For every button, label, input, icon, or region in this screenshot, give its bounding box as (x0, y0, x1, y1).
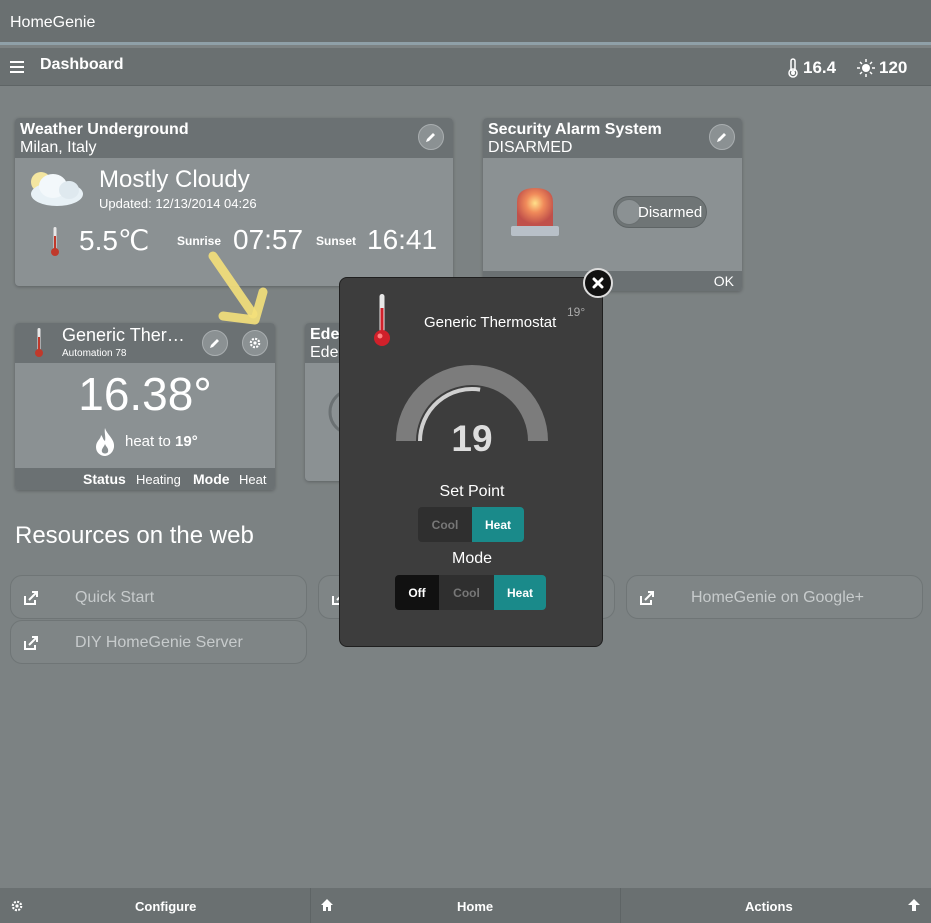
footer-bar: Configure Home Actions (0, 888, 931, 923)
weather-temperature: 5.5℃ (79, 225, 150, 256)
thermostat-temperature: 16.38° (78, 368, 212, 420)
thermostat-widget: Generic Ther… Automation 78 16.38° heat … (15, 323, 275, 490)
resource-label: DIY HomeGenie Server (75, 634, 243, 651)
home-label: Home (457, 899, 494, 914)
setpoint-toggle: Cool Heat (418, 507, 524, 542)
alarm-toggle-label: Disarmed (638, 204, 703, 221)
thermostat-name: Generic Ther… (62, 325, 185, 345)
luminance-value: 120 (879, 58, 908, 77)
eden-title: Ede (310, 326, 340, 343)
header-bar: Dashboard 16.4 120 (0, 48, 931, 86)
weather-title: Weather Underground (20, 121, 189, 138)
share-icon (24, 591, 38, 605)
title-bar: HomeGenie (0, 0, 931, 45)
weather-updated: Updated: 12/13/2014 04:26 (99, 196, 257, 211)
thermostat-edit-button[interactable] (202, 330, 228, 356)
resource-link-diy-server[interactable]: DIY HomeGenie Server (10, 620, 307, 664)
menu-icon[interactable] (10, 61, 24, 73)
eden-subtitle: Ede (310, 344, 339, 361)
thermometer-icon (51, 227, 59, 256)
mode-value: Heat (239, 472, 267, 487)
mode-cool-button[interactable]: Cool (439, 575, 494, 610)
alarm-edit-button[interactable] (709, 124, 735, 150)
home-button[interactable]: Home (311, 888, 620, 923)
heat-to-label: heat to 19° (125, 433, 198, 450)
share-icon (24, 636, 38, 650)
popup-current-value: 19° (567, 305, 586, 319)
close-icon (592, 277, 604, 289)
mode-selector: Off Cool Heat (395, 575, 546, 610)
luminance-indicator: 120 (857, 58, 907, 78)
gear-icon (11, 900, 23, 912)
heat-to-value: 19° (175, 433, 198, 450)
alarm-widget-header: Security Alarm System DISARMED (483, 118, 742, 158)
share-icon (640, 591, 654, 605)
setpoint-heat-button[interactable]: Heat (472, 507, 524, 542)
alarm-status: DISARMED (488, 139, 573, 156)
alarm-ok-label: OK (713, 273, 734, 289)
mode-label: Mode (193, 471, 230, 487)
thermostat-popup: Generic Thermostat 19° 19 Set Point Cool… (339, 268, 613, 647)
home-icon (321, 899, 333, 911)
mode-heat-button[interactable]: Heat (494, 575, 546, 610)
sun-icon (857, 59, 875, 77)
weather-location: Milan, Italy (20, 139, 97, 156)
resource-link-quick-start[interactable]: Quick Start (10, 575, 307, 619)
sunset-time: 16:41 (367, 224, 438, 255)
temperature-indicator: 16.4 (787, 58, 836, 78)
resources-title: Resources on the web (15, 522, 254, 549)
popup-close-button[interactable] (583, 268, 613, 298)
flame-icon (96, 428, 115, 456)
sunset-label: Sunset (316, 234, 357, 248)
resource-label: Quick Start (75, 589, 155, 606)
weather-widget-header: Weather Underground Milan, Italy (15, 118, 453, 158)
status-label: Status (83, 471, 126, 487)
actions-button[interactable]: Actions (621, 888, 931, 923)
weather-condition: Mostly Cloudy (99, 166, 250, 193)
cloud-icon (31, 172, 83, 206)
temperature-value: 16.4 (803, 58, 837, 77)
setpoint-value: 19 (451, 418, 493, 459)
thermometer-icon (374, 294, 390, 346)
setpoint-label: Set Point (439, 483, 505, 500)
thermostat-subtitle: Automation 78 (62, 348, 127, 359)
mode-off-button[interactable]: Off (395, 575, 439, 610)
configure-label: Configure (135, 899, 197, 914)
sunrise-label: Sunrise (177, 234, 222, 248)
mode-label: Mode (451, 550, 493, 567)
popup-title: Generic Thermostat (424, 314, 557, 331)
resource-label: HomeGenie on Google+ (691, 589, 864, 606)
setpoint-cool-button[interactable]: Cool (418, 507, 472, 542)
gear-icon (249, 337, 261, 349)
thermostat-footer: Status Heating Mode Heat (15, 468, 275, 490)
weather-edit-button[interactable] (418, 124, 444, 150)
alarm-title: Security Alarm System (488, 121, 662, 138)
arrow-up-icon (908, 899, 920, 911)
page-title: Dashboard (40, 56, 124, 73)
security-alarm-widget: Security Alarm System DISARMED Disarmed … (483, 118, 742, 291)
configure-button[interactable]: Configure (0, 888, 310, 923)
actions-label: Actions (745, 899, 793, 914)
thermometer-icon (35, 328, 43, 357)
edit-icon (717, 133, 726, 142)
resource-link-google-plus[interactable]: HomeGenie on Google+ (626, 575, 923, 619)
app-title: HomeGenie (10, 14, 96, 31)
edit-icon (210, 339, 219, 348)
arrow-annotation (208, 251, 268, 325)
thermostat-settings-button[interactable] (242, 330, 268, 356)
status-value: Heating (136, 472, 181, 487)
alarm-light-icon (511, 188, 559, 236)
edit-icon (426, 133, 435, 142)
thermometer-icon (788, 58, 798, 78)
alarm-toggle[interactable]: Disarmed (613, 196, 707, 228)
